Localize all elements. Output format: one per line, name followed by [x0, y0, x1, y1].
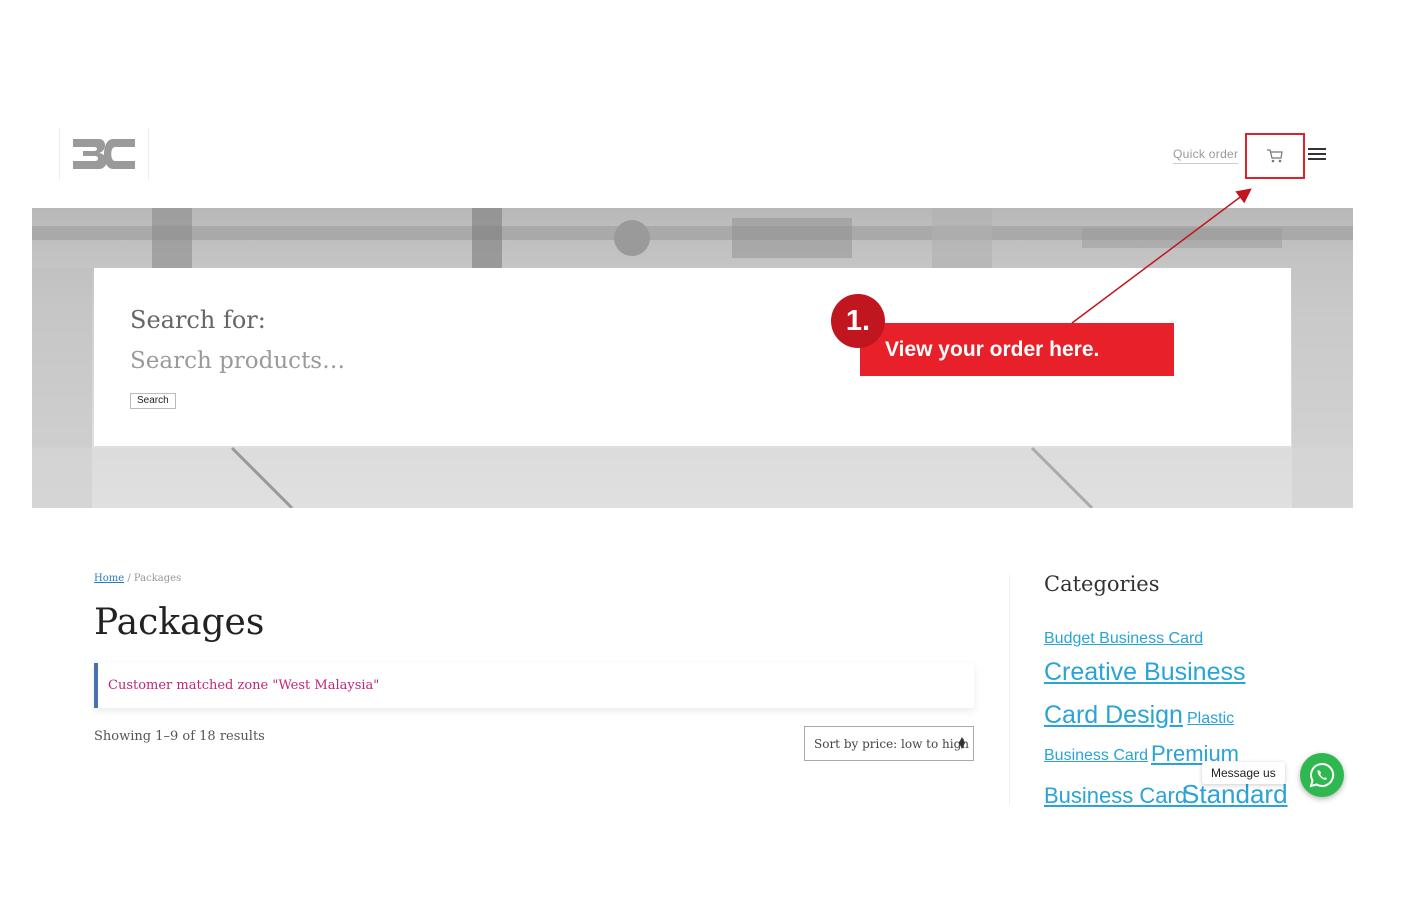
- category-link-premium-business-card[interactable]: Business Card: [1044, 783, 1187, 809]
- breadcrumb-current: Packages: [133, 573, 182, 584]
- logo-icon: [73, 139, 135, 169]
- sidebar-divider: [1009, 575, 1010, 805]
- result-count: Showing 1–9 of 18 results: [94, 729, 265, 744]
- search-button[interactable]: Search: [130, 393, 176, 409]
- breadcrumb: Home / Packages: [94, 573, 181, 584]
- sort-selected-value: Sort by price: low to high: [814, 736, 970, 751]
- search-label: Search for:: [130, 306, 266, 334]
- search-input[interactable]: [128, 342, 532, 380]
- message-us-tooltip[interactable]: Message us: [1202, 762, 1285, 784]
- whatsapp-icon: [1309, 762, 1335, 788]
- quick-order-link[interactable]: Quick order: [1173, 147, 1239, 164]
- site-logo[interactable]: BC: [59, 128, 149, 180]
- breadcrumb-home-link[interactable]: Home: [94, 573, 124, 584]
- sort-select[interactable]: Sort by price: low to high ▲ ▼: [804, 726, 974, 761]
- sort-caret-icon: ▲ ▼: [958, 735, 965, 750]
- cart-icon: [1267, 149, 1283, 163]
- page-title: Packages: [94, 602, 265, 643]
- category-link-plastic-business-card[interactable]: Business Card: [1044, 747, 1148, 765]
- category-link-plastic[interactable]: Plastic: [1187, 710, 1234, 728]
- callout-text: View your order here.: [860, 323, 1174, 376]
- category-link-card-design[interactable]: Card Design: [1044, 701, 1183, 730]
- category-link-budget-business-card[interactable]: Budget Business Card: [1044, 630, 1203, 648]
- callout-step-badge: 1.: [831, 294, 885, 348]
- hamburger-menu-icon[interactable]: [1308, 148, 1326, 162]
- breadcrumb-separator: /: [124, 573, 134, 584]
- whatsapp-button[interactable]: [1300, 753, 1344, 797]
- category-link-creative-business[interactable]: Creative Business: [1044, 658, 1245, 687]
- cart-button[interactable]: [1245, 133, 1305, 179]
- zone-notice: Customer matched zone "West Malaysia": [94, 663, 974, 708]
- categories-title: Categories: [1044, 572, 1160, 596]
